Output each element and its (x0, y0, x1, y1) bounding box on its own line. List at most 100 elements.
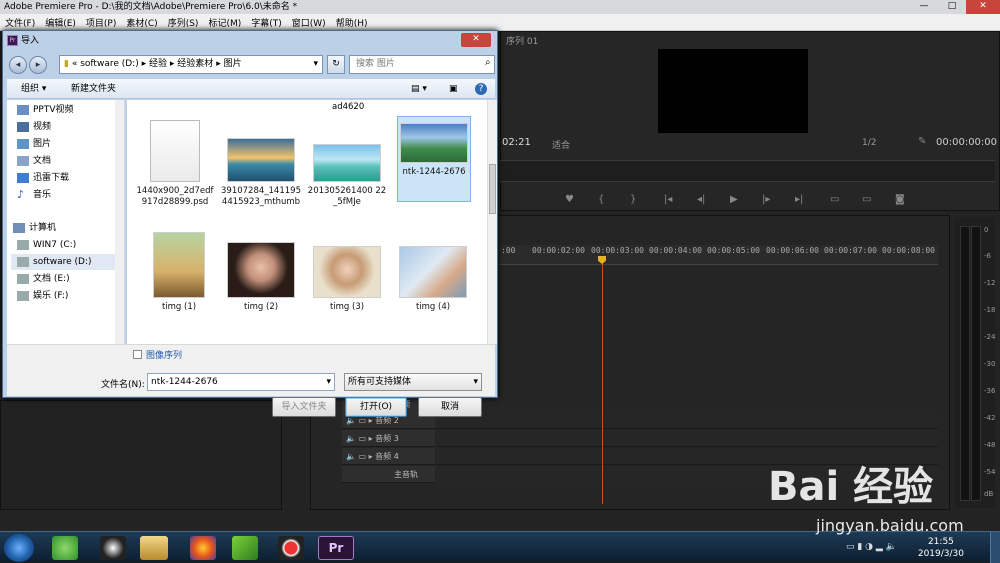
breadcrumb-sucai[interactable]: 经验素材 (177, 59, 213, 69)
file-item[interactable]: 1440x900_2d7edf917d28899.psd (135, 120, 215, 208)
audio-lane-3[interactable] (436, 430, 938, 447)
marker-icon[interactable]: ♥ (565, 194, 574, 205)
media-player-icon[interactable] (232, 536, 258, 560)
help-icon[interactable]: ? (475, 83, 487, 95)
extract-icon[interactable]: ▭ (862, 194, 871, 205)
file-explorer-icon[interactable] (140, 536, 168, 560)
lift-icon[interactable]: ▭ (830, 194, 839, 205)
nav-item-drive-c[interactable]: WIN7 (C:) (11, 237, 123, 253)
nav-item-computer[interactable]: 计算机 (11, 220, 123, 236)
search-input[interactable]: 搜索 图片 (349, 55, 495, 74)
image-sequence-checkbox[interactable] (133, 350, 142, 359)
menu-clip[interactable]: 素材(C) (121, 16, 162, 29)
export-frame-icon[interactable]: ◙ (895, 194, 905, 205)
track-master[interactable]: 主音轨 (342, 466, 435, 483)
menu-file[interactable]: 文件(F) (0, 16, 40, 29)
preview-pane-icon[interactable]: ▣ (449, 79, 458, 99)
sequence-tab[interactable]: 序列 01 (506, 34, 538, 47)
music-note-icon: ♪ (17, 188, 25, 201)
in-point-icon[interactable]: { (598, 194, 604, 205)
file-item[interactable]: timg (4) (393, 246, 473, 313)
timecode-4: 00:00:05:00 (707, 246, 760, 255)
filetype-select[interactable]: 所有可支持媒体 ▾ (344, 373, 482, 391)
file-item-selected[interactable]: ntk-1244-2676 (397, 116, 471, 202)
play-icon[interactable]: ▶ (730, 194, 738, 205)
minimize-button[interactable]: — (910, 0, 938, 14)
menu-sequence[interactable]: 序列(S) (163, 16, 204, 29)
menu-help[interactable]: 帮助(H) (331, 16, 373, 29)
qq-icon[interactable] (100, 536, 126, 560)
menu-marker[interactable]: 标记(M) (203, 16, 246, 29)
track-audio-4[interactable]: 🔈 ▭ ▸ 音频 4 (342, 448, 435, 465)
menu-edit[interactable]: 编辑(E) (40, 16, 81, 29)
nav-item-videos[interactable]: 视频 (11, 119, 123, 135)
monitor-fit-select[interactable]: 适合 (552, 138, 570, 151)
track-audio-3[interactable]: 🔈 ▭ ▸ 音频 3 (342, 430, 435, 447)
breadcrumb-pictures[interactable]: 图片 (224, 59, 242, 69)
nav-scrollbar[interactable] (115, 100, 124, 344)
import-folder-button[interactable]: 导入文件夹 (272, 397, 336, 417)
breadcrumb-overflow[interactable]: « (72, 59, 78, 69)
new-folder-button[interactable]: 新建文件夹 (71, 79, 116, 99)
nav-item-music[interactable]: ♪ 音乐 (11, 187, 123, 203)
refresh-button[interactable]: ↻ (327, 55, 345, 74)
menu-title[interactable]: 字幕(T) (246, 16, 287, 29)
drive-icon (17, 291, 29, 301)
go-to-out-icon[interactable]: ▸| (795, 194, 803, 205)
step-back-icon[interactable]: ◂| (697, 194, 705, 205)
menu-window[interactable]: 窗口(W) (287, 16, 331, 29)
meter-label: -42 (984, 414, 996, 422)
show-desktop-button[interactable] (990, 532, 1000, 563)
nav-item-pictures[interactable]: 图片 (11, 136, 123, 152)
nav-item-thunder[interactable]: 迅雷下载 (11, 170, 123, 186)
project-panel (0, 400, 282, 510)
forward-icon[interactable]: ▸ (29, 56, 47, 74)
dialog-close-button[interactable]: ✕ (461, 33, 491, 47)
address-dropdown-icon[interactable]: ▾ (313, 56, 318, 73)
settings-wrench-icon[interactable]: ✎ (918, 136, 926, 147)
breadcrumb-sep[interactable]: ▸ (216, 59, 221, 69)
screen-recorder-icon[interactable] (278, 536, 304, 560)
out-point-icon[interactable]: } (630, 194, 636, 205)
chevron-down-icon[interactable]: ▾ (326, 374, 331, 390)
tray-icons[interactable]: ▭ ▮ ◑ ▂ 🔈 (846, 542, 897, 552)
menu-project[interactable]: 项目(P) (81, 16, 121, 29)
scrollbar-thumb[interactable] (489, 164, 496, 214)
file-item[interactable]: timg (2) (221, 242, 301, 313)
meter-label: dB (984, 490, 994, 498)
back-icon[interactable]: ◂ (9, 56, 27, 74)
premiere-taskbar-button[interactable]: Pr (318, 536, 354, 560)
open-button[interactable]: 打开(O) (345, 397, 407, 417)
cancel-button[interactable]: 取消 (418, 397, 482, 417)
nav-item-drive-f[interactable]: 娱乐 (F:) (11, 288, 123, 304)
close-button[interactable]: ✕ (966, 0, 1000, 14)
system-clock[interactable]: 21:55 2019/3/30 (918, 536, 964, 560)
maximize-button[interactable]: □ (938, 0, 966, 14)
playhead-line[interactable] (602, 256, 603, 504)
firefox-icon[interactable] (190, 536, 216, 560)
browser-360-icon[interactable] (52, 536, 78, 560)
breadcrumb-jingyan[interactable]: 经验 (149, 59, 167, 69)
monitor-ratio-select[interactable]: 1/2 (862, 138, 876, 148)
file-item[interactable]: timg (3) (307, 246, 387, 313)
step-forward-icon[interactable]: |▸ (762, 194, 770, 205)
start-button[interactable] (4, 534, 34, 562)
nav-item-pptv[interactable]: PPTV视频 (11, 102, 123, 118)
file-item[interactable]: timg (1) (139, 232, 219, 313)
file-list-scrollbar[interactable] (487, 100, 497, 344)
monitor-scrubber[interactable] (500, 160, 995, 182)
go-to-in-icon[interactable]: |◂ (664, 194, 672, 205)
view-options-icon[interactable]: ▤ ▾ (411, 79, 427, 99)
breadcrumb-sep[interactable]: ▸ (142, 59, 147, 69)
file-item[interactable]: 39107284_1411954415923_mthumb (221, 138, 301, 208)
breadcrumb-sep[interactable]: ▸ (170, 59, 175, 69)
breadcrumb-drive[interactable]: software (D:) (80, 59, 139, 69)
nav-item-drive-e[interactable]: 文档 (E:) (11, 271, 123, 287)
file-item[interactable]: 201305261400 22_5fMJe (307, 144, 387, 208)
audio-lane-2[interactable] (436, 412, 938, 429)
organize-button[interactable]: 组织 ▾ (21, 79, 46, 99)
address-bar[interactable]: ▮ « software (D:) ▸ 经验 ▸ 经验素材 ▸ 图片 ▾ (59, 55, 323, 74)
nav-item-documents[interactable]: 文档 (11, 153, 123, 169)
nav-item-drive-d[interactable]: software (D:) (11, 254, 123, 270)
filename-input[interactable]: ntk-1244-2676 ▾ (147, 373, 335, 391)
